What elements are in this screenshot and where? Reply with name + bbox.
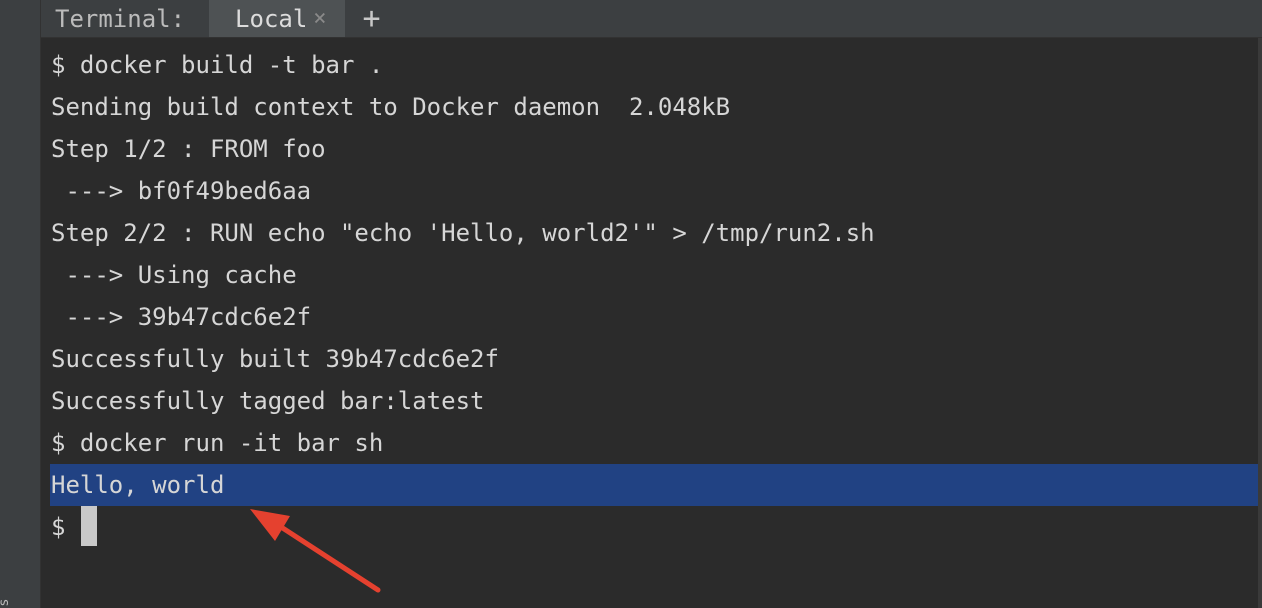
terminal-line: Successfully built 39b47cdc6e2f	[51, 345, 499, 373]
terminal-line: Step 1/2 : FROM foo	[51, 135, 326, 163]
terminal-output[interactable]: $ docker build -t bar . Sending build co…	[41, 38, 1258, 608]
prompt-line: $	[51, 506, 98, 548]
terminal-line: $ docker run -it bar sh	[51, 429, 384, 457]
terminal-line: Step 2/2 : RUN echo "echo 'Hello, world2…	[51, 219, 875, 247]
selected-terminal-line: Hello, world	[50, 464, 1258, 506]
terminal-line: ---> 39b47cdc6e2f	[51, 303, 312, 331]
terminal-line: Successfully tagged bar:latest	[51, 387, 485, 415]
terminal-line: $ docker build -t bar .	[51, 51, 384, 79]
close-icon[interactable]: ×	[313, 6, 326, 31]
tab-label: Local	[235, 4, 308, 33]
text-cursor	[81, 506, 98, 546]
terminal-line: ---> bf0f49bed6aa	[51, 177, 312, 205]
terminal-line: ---> Using cache	[51, 261, 297, 289]
terminal-tab-bar: Terminal: Local × +	[41, 0, 1262, 38]
vertical-scrollbar[interactable]	[1258, 38, 1262, 608]
tab-local[interactable]: Local ×	[209, 0, 345, 37]
add-tab-button[interactable]: +	[363, 0, 381, 37]
terminal-line: Sending build context to Docker daemon 2…	[51, 93, 731, 121]
left-strip-label[interactable]: s	[0, 599, 12, 606]
left-tool-strip: s	[0, 0, 41, 608]
terminal-title: Terminal:	[55, 4, 186, 33]
prompt-symbol: $	[51, 513, 66, 541]
